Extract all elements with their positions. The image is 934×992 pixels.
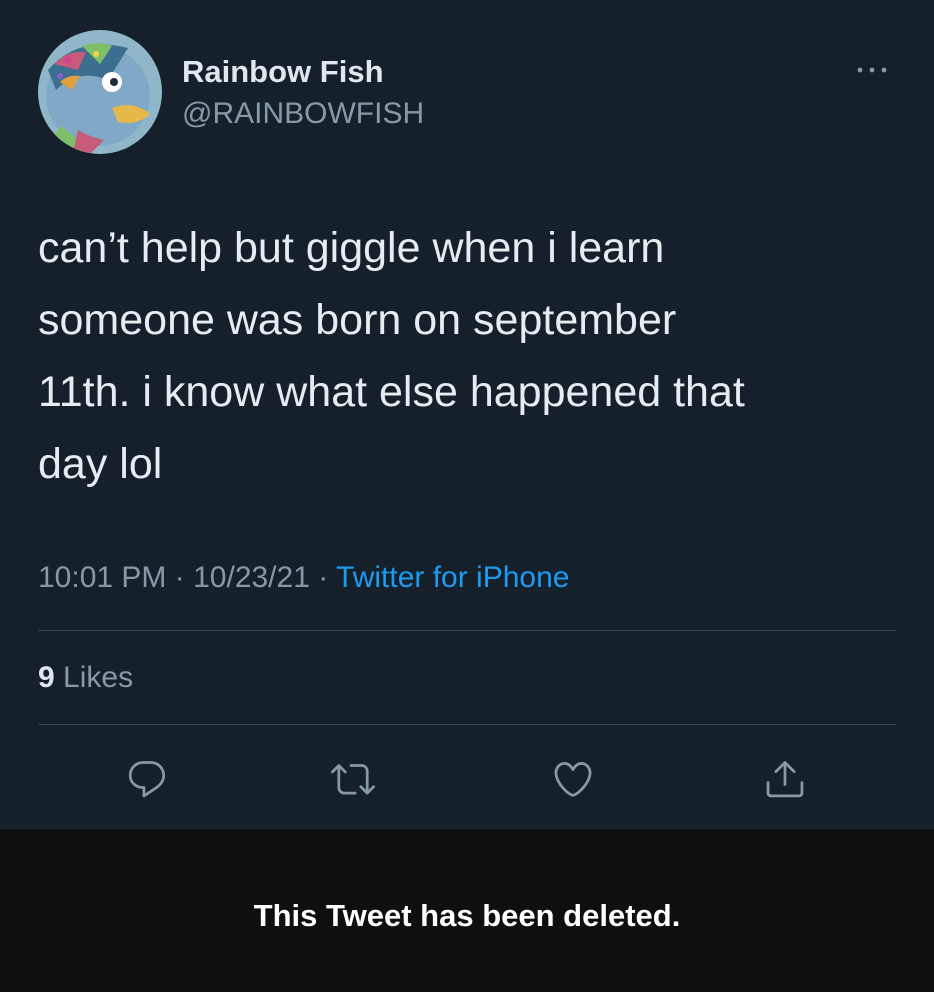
user-handle[interactable]: @RAINBOWFISH bbox=[182, 96, 424, 132]
tweet-text: can’t help but giggle when i learn someo… bbox=[38, 224, 745, 488]
tweet-source-link[interactable]: Twitter for iPhone bbox=[336, 561, 569, 594]
reply-icon bbox=[128, 761, 166, 798]
tweet-date[interactable]: 10/23/21 bbox=[193, 561, 310, 594]
retweet-icon bbox=[331, 764, 375, 795]
divider bbox=[38, 630, 896, 631]
display-name[interactable]: Rainbow Fish bbox=[182, 54, 384, 90]
screen: Rainbow Fish @RAINBOWFISH can’t help but… bbox=[0, 0, 934, 992]
share-button[interactable] bbox=[760, 754, 810, 804]
deleted-notice: This Tweet has been deleted. bbox=[253, 898, 681, 933]
meta-separator: · bbox=[174, 561, 185, 594]
likes-stat[interactable]: 9 Likes bbox=[38, 658, 133, 698]
tweet-card: Rainbow Fish @RAINBOWFISH can’t help but… bbox=[0, 0, 934, 828]
rainbow-fish-avatar-icon bbox=[38, 30, 162, 154]
tweet-time[interactable]: 10:01 PM bbox=[38, 561, 166, 594]
heart-icon bbox=[554, 761, 592, 797]
tweet-meta: 10:01 PM · 10/23/21 · Twitter for iPhone bbox=[38, 558, 569, 598]
share-icon bbox=[766, 761, 804, 798]
more-options-icon[interactable] bbox=[852, 60, 892, 80]
like-button[interactable] bbox=[548, 754, 598, 804]
likes-label: Likes bbox=[63, 661, 134, 694]
avatar[interactable] bbox=[38, 30, 162, 154]
divider bbox=[38, 724, 896, 725]
reply-button[interactable] bbox=[122, 754, 172, 804]
likes-count: 9 bbox=[38, 661, 55, 694]
meta-separator: · bbox=[318, 561, 329, 594]
retweet-button[interactable] bbox=[328, 754, 378, 804]
